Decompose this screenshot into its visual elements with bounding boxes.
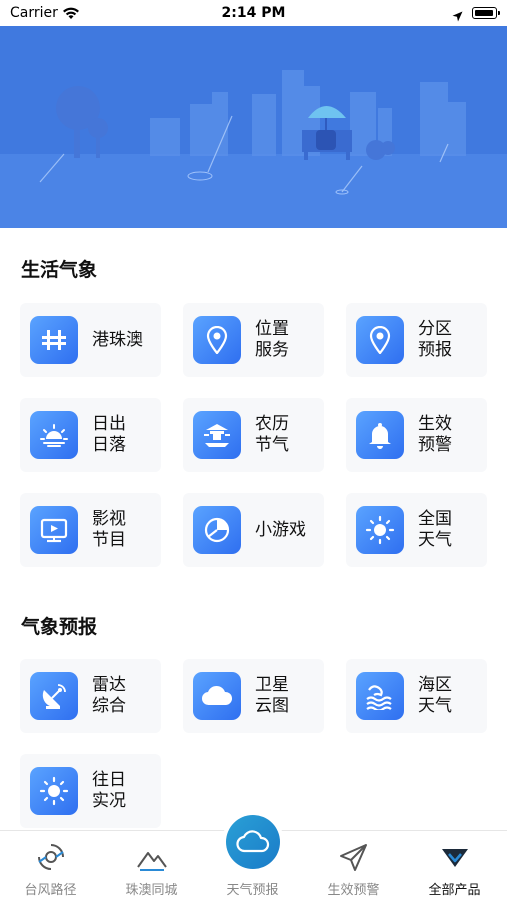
cloud-icon xyxy=(193,672,241,720)
grid-item-label-line2: 服务 xyxy=(255,340,289,360)
grid-item-label-line2: 云图 xyxy=(255,696,289,716)
grid-item-label: 港珠澳 xyxy=(92,303,157,377)
tv-icon xyxy=(30,506,78,554)
tab-label: 珠澳同城 xyxy=(125,883,178,898)
grid-item-label-line1: 卫星 xyxy=(255,675,289,695)
grid-item-label-line1: 位置 xyxy=(255,319,289,339)
sun-icon xyxy=(356,506,404,554)
grid-item-life_weather[interactable]: 生效 预警 xyxy=(346,398,487,472)
grid-item-label-line2: 综合 xyxy=(92,696,126,716)
grid-item-label: 往日 实况 xyxy=(92,754,157,828)
temple-icon xyxy=(193,411,241,459)
location-pin-icon xyxy=(193,316,241,364)
status-time: 2:14 PM xyxy=(221,5,286,21)
grid-item-label: 海区 天气 xyxy=(418,659,483,733)
tab-typhoon-path[interactable]: 台风路径 xyxy=(0,831,101,900)
tab-label: 生效预警 xyxy=(327,883,380,898)
mountain-icon xyxy=(136,841,168,873)
grid-item-life_weather[interactable]: 小游戏 xyxy=(183,493,324,567)
grid-item-life_weather[interactable]: 位置 服务 xyxy=(183,303,324,377)
grid-item-label: 位置 服务 xyxy=(255,303,320,377)
grid-item-label-line1: 全国 xyxy=(418,509,452,529)
radar-dish-icon xyxy=(30,672,78,720)
hzm-bridge-icon xyxy=(30,316,78,364)
location-arrow-icon xyxy=(452,7,463,26)
grid-item-label-line2: 实况 xyxy=(92,791,126,811)
tab-active-warnings[interactable]: 生效预警 xyxy=(303,831,404,900)
grid-item-forecast[interactable]: 海区 天气 xyxy=(346,659,487,733)
grid-item-label-line2: 天气 xyxy=(418,530,452,550)
grid-item-label-line1: 农历 xyxy=(255,414,289,434)
grid-item-forecast[interactable]: 雷达 综合 xyxy=(20,659,161,733)
cloud-icon xyxy=(226,815,280,869)
grid-item-label-line1: 分区 xyxy=(418,319,452,339)
sunrise-icon xyxy=(30,411,78,459)
grid-item-label-line1: 小游戏 xyxy=(255,519,306,540)
tab-label: 全部产品 xyxy=(428,883,481,898)
waves-icon xyxy=(356,672,404,720)
grid-item-label-line2: 天气 xyxy=(418,696,452,716)
grid-item-label-line2: 节目 xyxy=(92,530,126,550)
grid-item-label: 全国 天气 xyxy=(418,493,483,567)
grid-item-label-line1: 影视 xyxy=(92,509,126,529)
tab-all-products[interactable]: 全部产品 xyxy=(404,831,505,900)
grid-item-label: 农历 节气 xyxy=(255,398,320,472)
grid-item-label: 卫星 云图 xyxy=(255,659,320,733)
grid-item-label-line2: 预警 xyxy=(418,435,452,455)
tab-zhuao-city[interactable]: 珠澳同城 xyxy=(101,831,202,900)
tab-label: 台风路径 xyxy=(24,883,77,898)
grid-item-label-line1: 雷达 xyxy=(92,675,126,695)
city-park-rain-illustration xyxy=(0,26,507,228)
tab-label: 天气预报 xyxy=(226,883,279,898)
grid-item-life_weather[interactable]: 分区 预报 xyxy=(346,303,487,377)
grid-item-label: 雷达 综合 xyxy=(92,659,157,733)
grid-item-life_weather[interactable]: 港珠澳 xyxy=(20,303,161,377)
grid-item-life_weather[interactable]: 日出 日落 xyxy=(20,398,161,472)
grid-item-label-line1: 往日 xyxy=(92,770,126,790)
sun-icon xyxy=(30,767,78,815)
section-title-life-weather: 生活气象 xyxy=(21,259,98,281)
banner-illustration[interactable] xyxy=(0,26,507,228)
grid-item-label-line2: 节气 xyxy=(255,435,289,455)
section-title-forecast: 气象预报 xyxy=(21,616,98,638)
bell-icon xyxy=(356,411,404,459)
grid-item-label: 分区 预报 xyxy=(418,303,483,377)
pie-game-icon xyxy=(193,506,241,554)
grid-item-label: 小游戏 xyxy=(255,493,320,567)
grid-item-label-line1: 海区 xyxy=(418,675,452,695)
grid-item-forecast[interactable]: 卫星 云图 xyxy=(183,659,324,733)
grid-item-label-line1: 生效 xyxy=(418,414,452,434)
grid-item-label-line2: 预报 xyxy=(418,340,452,360)
status-bar: Carrier 2:14 PM xyxy=(0,0,507,26)
grid-item-life_weather[interactable]: 影视 节目 xyxy=(20,493,161,567)
grid-item-label: 影视 节目 xyxy=(92,493,157,567)
battery-icon xyxy=(472,7,500,19)
location-pin-icon xyxy=(356,316,404,364)
grid-item-life_weather[interactable]: 农历 节气 xyxy=(183,398,324,472)
weather-forecast-center-button[interactable] xyxy=(222,811,284,873)
grid-item-forecast[interactable]: 往日 实况 xyxy=(20,754,161,828)
grid-item-label-line2: 日落 xyxy=(92,435,126,455)
grid-item-label: 生效 预警 xyxy=(418,398,483,472)
grid-item-label: 日出 日落 xyxy=(92,398,157,472)
grid-item-life_weather[interactable]: 全国 天气 xyxy=(346,493,487,567)
grid-item-label-line1: 港珠澳 xyxy=(92,329,143,350)
all-products-icon xyxy=(439,841,471,873)
typhoon-icon xyxy=(35,841,67,873)
grid-item-label-line1: 日出 xyxy=(92,414,126,434)
paper-plane-icon xyxy=(338,841,370,873)
